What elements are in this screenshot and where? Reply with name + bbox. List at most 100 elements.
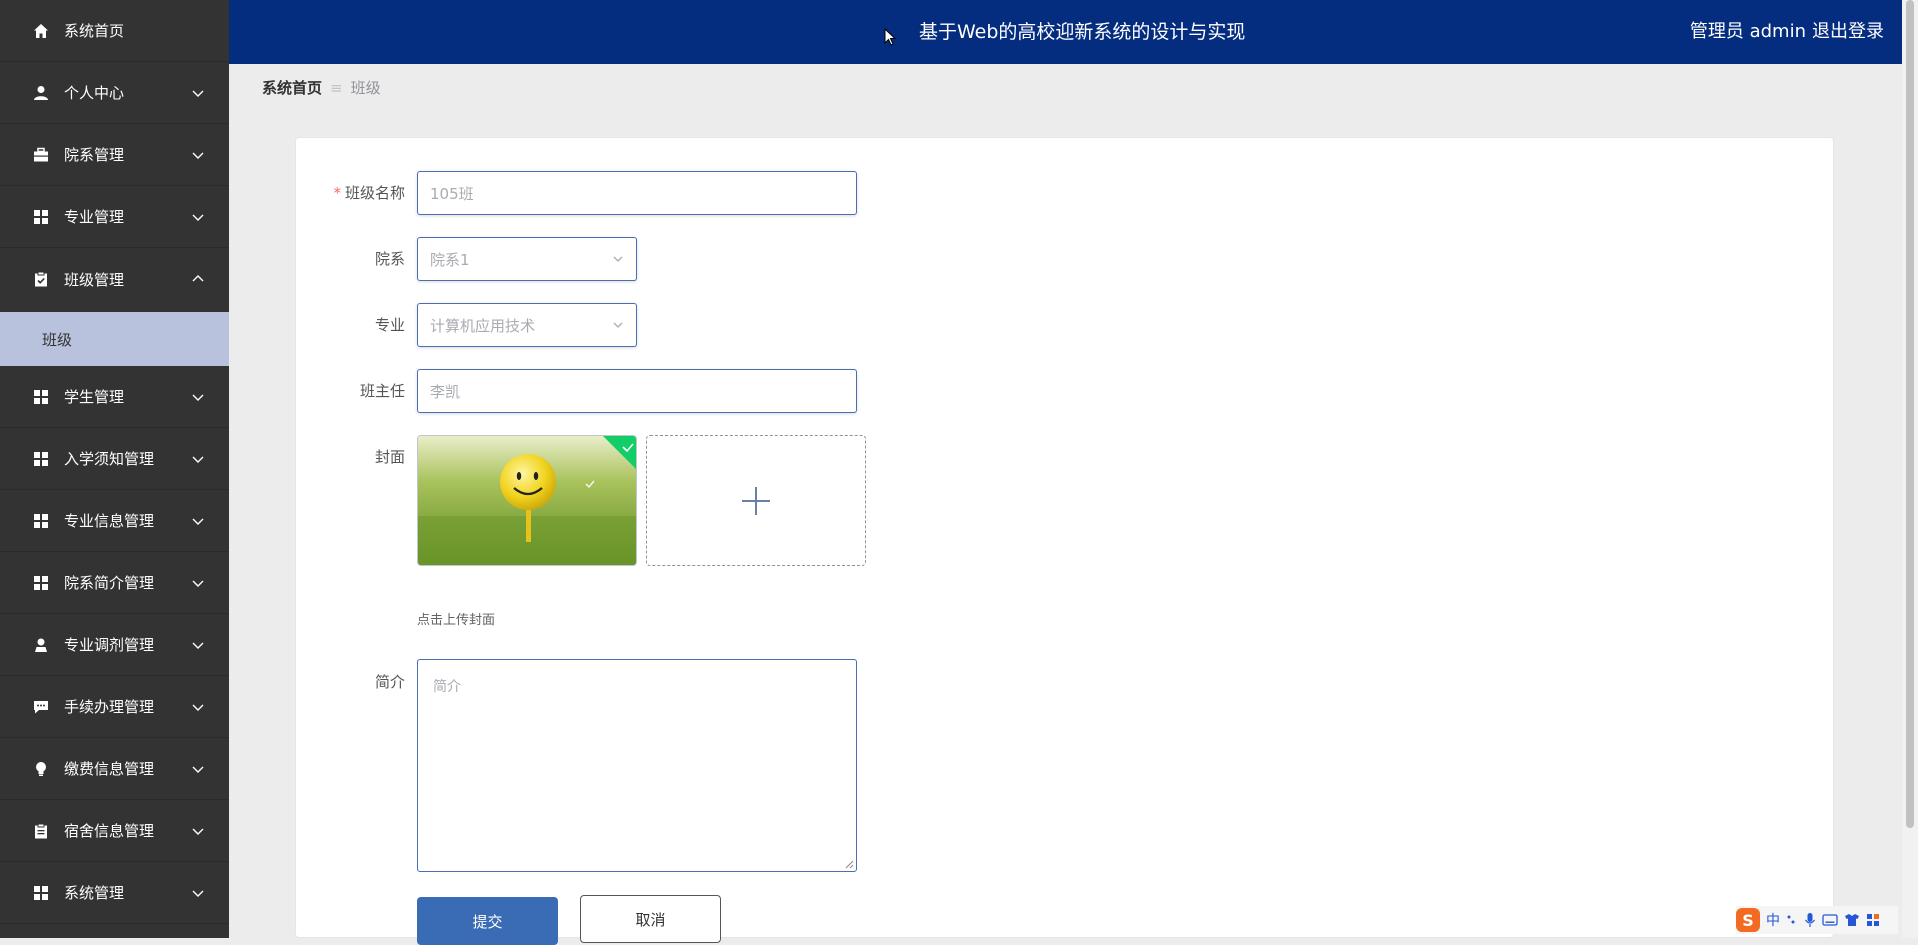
chevron-down-icon <box>192 152 204 159</box>
plus-icon <box>742 486 770 515</box>
chat-icon <box>33 699 49 715</box>
sidebar-subitem-class[interactable]: 班级 <box>0 312 229 366</box>
sidebar-item-label: 宿舍信息管理 <box>64 822 155 840</box>
chevron-down-icon <box>613 322 623 328</box>
grid-icon <box>33 451 49 467</box>
mouse-cursor-icon <box>884 28 896 46</box>
intro-textarea[interactable]: 简介 <box>417 659 857 872</box>
sidebar-item-label: 院系管理 <box>64 146 125 164</box>
upload-hint: 点击上传封面 <box>417 613 496 628</box>
sidebar-item-procedures[interactable]: 手续办理管理 <box>0 676 229 738</box>
intro-placeholder: 简介 <box>433 679 461 695</box>
grid-icon <box>33 885 49 901</box>
grid-icon <box>33 209 49 225</box>
cover-image-thumbnail[interactable] <box>417 435 637 566</box>
briefcase-icon <box>33 147 49 163</box>
breadcrumb-separator: ≡ <box>330 79 343 97</box>
breadcrumb-current: 班级 <box>350 79 381 97</box>
chevron-down-icon <box>192 214 204 221</box>
sidebar-item-label: 个人中心 <box>64 84 125 102</box>
department-value: 院系1 <box>430 250 470 269</box>
class-name-value: 105班 <box>430 184 474 203</box>
clipboard-check-icon <box>33 271 49 287</box>
grid-icon <box>33 389 49 405</box>
required-mark: * <box>333 184 341 202</box>
teacher-input[interactable]: 李凯 <box>417 369 857 413</box>
cover-label: 封面 <box>374 448 405 466</box>
sidebar-item-label: 专业调剂管理 <box>64 636 155 654</box>
clipboard-icon <box>33 823 49 839</box>
sidebar-item-class[interactable]: 班级管理 <box>0 248 229 310</box>
person-icon <box>33 637 49 653</box>
sidebar-item-payment[interactable]: 缴费信息管理 <box>0 738 229 800</box>
home-icon <box>33 23 49 39</box>
punctuation-icon[interactable] <box>1786 913 1798 927</box>
ime-toolbar: S 中 <box>1736 906 1898 934</box>
user-icon <box>33 85 49 101</box>
sidebar-subitem-label: 班级 <box>42 330 73 349</box>
skin-shirt-icon[interactable] <box>1844 913 1860 927</box>
chevron-down-icon <box>192 456 204 463</box>
smiley-golf-ball-image <box>418 436 636 565</box>
sidebar-item-admission-notice[interactable]: 入学须知管理 <box>0 428 229 490</box>
sidebar-item-label: 缴费信息管理 <box>64 760 155 778</box>
chevron-down-icon <box>192 518 204 525</box>
major-label: 专业 <box>374 316 405 334</box>
grid-icon <box>33 575 49 591</box>
current-user: 管理员 admin <box>1689 21 1806 42</box>
cancel-button[interactable]: 取消 <box>580 895 721 943</box>
ime-mode[interactable]: 中 <box>1766 910 1780 930</box>
upload-cover-button[interactable] <box>646 435 866 566</box>
keyboard-icon[interactable] <box>1822 913 1838 927</box>
lightbulb-icon <box>33 761 49 777</box>
sidebar-item-student[interactable]: 学生管理 <box>0 366 229 428</box>
teacher-label: 班主任 <box>359 382 405 400</box>
intro-label: 简介 <box>374 673 405 691</box>
chevron-down-icon <box>192 704 204 711</box>
sidebar-item-label: 学生管理 <box>64 388 125 406</box>
sidebar-item-department[interactable]: 院系管理 <box>0 124 229 186</box>
microphone-icon[interactable] <box>1804 912 1816 928</box>
sidebar-item-label: 入学须知管理 <box>64 450 155 468</box>
sidebar-item-department-intro[interactable]: 院系简介管理 <box>0 552 229 614</box>
department-label: 院系 <box>374 250 405 268</box>
sogou-logo-icon[interactable]: S <box>1736 908 1760 932</box>
chevron-down-icon <box>613 256 623 262</box>
top-header: 基于Web的高校迎新系统的设计与实现 管理员 admin 退出登录 <box>229 0 1902 64</box>
sidebar-item-label: 系统首页 <box>64 22 125 40</box>
chevron-down-icon <box>192 394 204 401</box>
sidebar-item-personal-center[interactable]: 个人中心 <box>0 62 229 124</box>
major-select[interactable]: 计算机应用技术 <box>417 303 637 347</box>
sidebar: 系统首页 个人中心 院系管理 专业管理 班级管理 班级 学生管理 入学须知管理 … <box>0 0 229 938</box>
class-name-label: * 班级名称 <box>333 184 405 202</box>
sidebar-item-home[interactable]: 系统首页 <box>0 0 229 62</box>
sidebar-item-label: 专业信息管理 <box>64 512 155 530</box>
breadcrumb-home[interactable]: 系统首页 <box>262 79 322 97</box>
department-select[interactable]: 院系1 <box>417 237 637 281</box>
scrollbar-thumb[interactable] <box>1906 0 1914 828</box>
sidebar-item-major-adjust[interactable]: 专业调剂管理 <box>0 614 229 676</box>
chevron-down-icon <box>192 580 204 587</box>
toolbox-grid-icon[interactable] <box>1866 913 1880 927</box>
chevron-down-icon <box>192 642 204 649</box>
grid-icon <box>33 513 49 529</box>
logout-link[interactable]: 退出登录 <box>1812 0 1902 64</box>
class-name-input[interactable]: 105班 <box>417 171 857 215</box>
chevron-down-icon <box>192 890 204 897</box>
vertical-scrollbar[interactable] <box>1902 0 1918 938</box>
resize-handle-icon[interactable] <box>845 860 854 869</box>
sidebar-item-label: 班级管理 <box>64 270 125 289</box>
sidebar-item-label: 手续办理管理 <box>64 698 155 716</box>
sidebar-item-major-info[interactable]: 专业信息管理 <box>0 490 229 552</box>
app-title: 基于Web的高校迎新系统的设计与实现 <box>919 21 1246 43</box>
chevron-down-icon <box>192 90 204 97</box>
sidebar-item-major[interactable]: 专业管理 <box>0 186 229 248</box>
chevron-down-icon <box>192 766 204 773</box>
chevron-down-icon <box>192 828 204 835</box>
sidebar-item-system[interactable]: 系统管理 <box>0 862 229 924</box>
sidebar-item-dormitory[interactable]: 宿舍信息管理 <box>0 800 229 862</box>
major-value: 计算机应用技术 <box>430 316 536 335</box>
chevron-up-icon <box>192 275 204 282</box>
sidebar-item-label: 系统管理 <box>64 884 125 902</box>
sidebar-item-label: 专业管理 <box>64 208 125 226</box>
